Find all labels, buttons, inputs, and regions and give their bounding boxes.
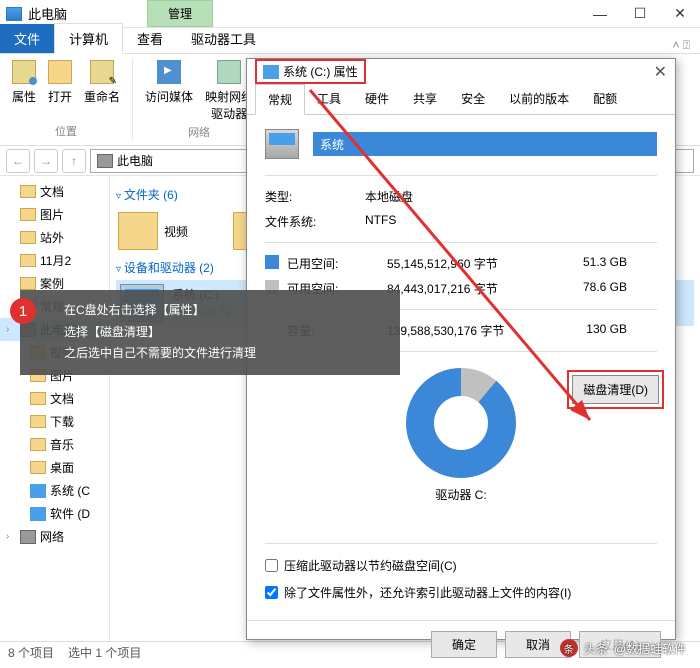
- dialog-titlebar: 系统 (C:) 属性 ✕: [247, 59, 675, 84]
- tab-view[interactable]: 查看: [123, 24, 177, 53]
- up-button[interactable]: ↑: [62, 149, 86, 173]
- tree-item[interactable]: 系统 (C: [0, 479, 109, 502]
- dialog-tab[interactable]: 硬件: [353, 84, 401, 114]
- media-button[interactable]: 访问媒体: [139, 58, 199, 107]
- folder-icon: [20, 208, 36, 221]
- folder-open-icon: [48, 60, 72, 84]
- tree-item[interactable]: 软件 (D: [0, 502, 109, 525]
- net-icon: [20, 530, 36, 544]
- folder-icon: [30, 415, 46, 428]
- folder-icon: [20, 254, 36, 267]
- index-checkbox[interactable]: 除了文件属性外，还允许索引此驱动器上文件的内容(I): [265, 579, 657, 606]
- ok-button[interactable]: 确定: [431, 631, 497, 658]
- props-icon: [12, 60, 36, 84]
- folder-item[interactable]: 视频: [116, 207, 231, 255]
- dialog-tab[interactable]: 配额: [581, 84, 629, 114]
- drive-name-field[interactable]: 系统: [313, 132, 657, 156]
- compress-checkbox[interactable]: 压缩此驱动器以节约磁盘空间(C): [265, 552, 657, 579]
- tree-item[interactable]: 站外: [0, 226, 109, 249]
- annotation-bubble: 1 在C盘处右击选择【属性】 选择【磁盘清理】 之后选中自己不需要的文件进行清理: [20, 290, 400, 375]
- dialog-tab[interactable]: 常规: [255, 84, 305, 115]
- media-icon: [157, 60, 181, 84]
- folder-icon: [118, 212, 158, 250]
- status-selected: 选中 1 个项目: [68, 644, 141, 661]
- folder-icon: [30, 438, 46, 451]
- drive-label: 驱动器 C:: [265, 486, 657, 503]
- drive-icon: [30, 507, 46, 521]
- folder-icon: [20, 277, 36, 290]
- tab-computer[interactable]: 计算机: [54, 23, 123, 54]
- watermark-icon: 条: [560, 639, 578, 657]
- used-legend-icon: [265, 255, 279, 269]
- pc-icon: [97, 154, 113, 168]
- group-label: 网络: [188, 124, 210, 142]
- tree-item[interactable]: 图片: [0, 203, 109, 226]
- drive-icon: [30, 484, 46, 498]
- max-button[interactable]: ☐: [620, 0, 660, 28]
- drive-large-icon: [265, 129, 299, 159]
- tab-drive-tools[interactable]: 驱动器工具: [177, 24, 270, 53]
- rename-button[interactable]: 重命名: [78, 58, 126, 107]
- dialog-tab[interactable]: 以前的版本: [497, 84, 581, 114]
- ribbon-caret[interactable]: ˄ ⍰: [662, 38, 700, 53]
- folder-icon: [20, 185, 36, 198]
- folder-icon: [30, 392, 46, 405]
- folder-icon: [30, 461, 46, 474]
- tree-item[interactable]: 文档: [0, 387, 109, 410]
- tree-item[interactable]: 下载: [0, 410, 109, 433]
- status-count: 8 个项目: [8, 644, 54, 661]
- drive-icon: [263, 65, 279, 79]
- tree-item[interactable]: 11月2: [0, 249, 109, 272]
- step-badge: 1: [10, 298, 36, 324]
- nav-tree[interactable]: 文档图片站外11月2案例常规›此电脑视频图片文档下载音乐桌面系统 (C软件 (D…: [0, 176, 110, 641]
- pc-icon: [6, 7, 22, 21]
- context-tab[interactable]: 管理: [147, 0, 213, 27]
- group-label: 位置: [55, 123, 77, 141]
- tree-item[interactable]: 文档: [0, 180, 109, 203]
- folder-icon: [20, 231, 36, 244]
- back-button[interactable]: ←: [6, 149, 30, 173]
- tab-file[interactable]: 文件: [0, 24, 54, 53]
- tree-item[interactable]: 桌面: [0, 456, 109, 479]
- dialog-tabs: 常规工具硬件共享安全以前的版本配额: [247, 84, 675, 115]
- fwd-button[interactable]: →: [34, 149, 58, 173]
- ribbon-tabs: 文件 计算机 查看 驱动器工具 ˄ ⍰: [0, 28, 700, 54]
- tree-item[interactable]: ›网络: [0, 525, 109, 548]
- disk-cleanup-button[interactable]: 磁盘清理(D): [572, 375, 659, 404]
- dialog-tab[interactable]: 安全: [449, 84, 497, 114]
- window-title: 此电脑: [28, 4, 67, 23]
- usage-donut-chart: [406, 368, 516, 478]
- tree-item[interactable]: 音乐: [0, 433, 109, 456]
- dialog-tab[interactable]: 工具: [305, 84, 353, 114]
- dialog-title: 系统 (C:) 属性: [255, 59, 366, 84]
- open-button[interactable]: 打开: [42, 58, 78, 107]
- netdrive-icon: [217, 60, 241, 84]
- dialog-close-button[interactable]: ✕: [654, 62, 667, 82]
- rename-icon: [90, 60, 114, 84]
- props-button[interactable]: 属性: [6, 58, 42, 107]
- close-button[interactable]: ✕: [660, 0, 700, 28]
- min-button[interactable]: —: [580, 0, 620, 28]
- watermark: 条 头条 @数据蛙软件: [560, 639, 686, 657]
- dialog-tab[interactable]: 共享: [401, 84, 449, 114]
